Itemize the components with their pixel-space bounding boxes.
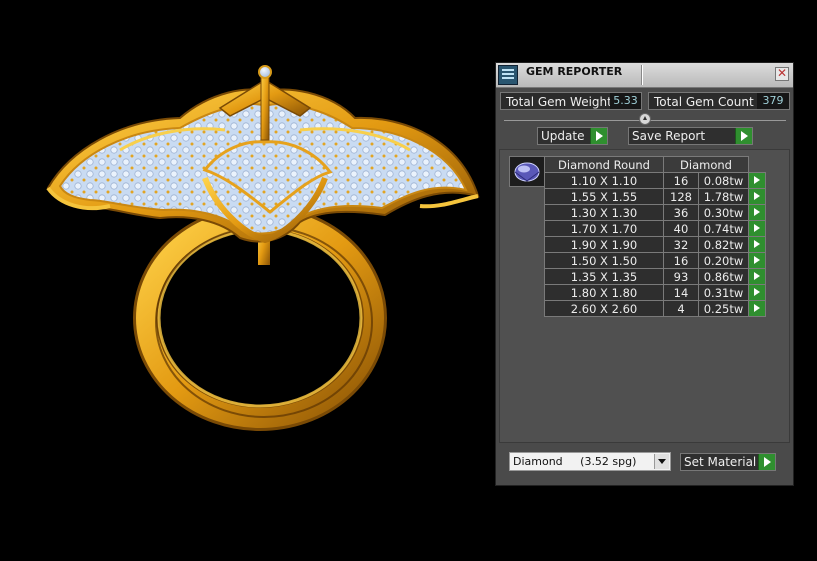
row-go-icon[interactable] [748,284,766,301]
row-weight: 0.82tw [698,236,749,253]
gem-thumbnail[interactable] [509,156,545,187]
row-weight: 0.31tw [698,284,749,301]
row-count: 128 [663,188,699,205]
update-go-icon [590,128,607,144]
row-size: 1.50 X 1.50 [544,252,664,269]
material-dropdown-value: Diamond (3.52 spg) [513,455,637,468]
gem-reporter-panel: GEM REPORTER ✕ Total Gem Weight 5.33 Tot… [495,62,794,486]
row-count: 36 [663,204,699,221]
ring-shank [133,205,387,431]
close-button[interactable]: ✕ [775,67,789,81]
size-slider-knob[interactable] [639,113,651,125]
total-gem-count-text: Total Gem Count [654,95,754,109]
material-dropdown[interactable]: Diamond (3.52 spg) [509,452,671,471]
row-count: 4 [663,300,699,317]
ring-flower-head [46,65,480,244]
panel-title: GEM REPORTER [526,65,623,78]
row-count: 32 [663,236,699,253]
row-size: 1.80 X 1.80 [544,284,664,301]
total-gem-weight-text: Total Gem Weight [506,95,612,109]
gem-table: Diamond Round Diamond 1.10 X 1.10 16 0.08t… [544,156,766,317]
column-header-type: Diamond [663,156,749,173]
table-row[interactable]: 1.10 X 1.10 16 0.08tw [544,172,766,189]
table-header-row: Diamond Round Diamond [544,156,766,173]
save-report-button-label: Save Report [632,129,706,143]
row-go-icon[interactable] [748,204,766,221]
chevron-down-icon[interactable] [654,454,669,469]
save-report-go-icon [735,128,752,144]
gem-list-area: Diamond Round Diamond 1.10 X 1.10 16 0.08t… [499,149,790,443]
row-count: 14 [663,284,699,301]
row-size: 1.35 X 1.35 [544,268,664,285]
row-weight: 0.08tw [698,172,749,189]
row-weight: 0.30tw [698,204,749,221]
column-header-spacer [749,157,766,173]
3d-viewport[interactable] [0,0,490,561]
panel-titlebar[interactable]: GEM REPORTER ✕ [496,63,793,88]
total-gem-weight-value: 5.33 [610,93,641,109]
row-size: 1.55 X 1.55 [544,188,664,205]
set-material-go-icon [758,454,775,470]
table-row[interactable]: 1.70 X 1.70 40 0.74tw [544,220,766,237]
row-size: 1.70 X 1.70 [544,220,664,237]
table-row[interactable]: 2.60 X 2.60 4 0.25tw [544,300,766,317]
save-report-button[interactable]: Save Report [628,127,753,145]
row-go-icon[interactable] [748,220,766,237]
table-row[interactable]: 1.90 X 1.90 32 0.82tw [544,236,766,253]
row-weight: 0.20tw [698,252,749,269]
row-count: 40 [663,220,699,237]
table-row[interactable]: 1.55 X 1.55 128 1.78tw [544,188,766,205]
row-size: 1.10 X 1.10 [544,172,664,189]
row-go-icon[interactable] [748,300,766,317]
row-count: 16 [663,252,699,269]
round-gem-icon [514,162,540,182]
row-weight: 0.25tw [698,300,749,317]
row-count: 93 [663,268,699,285]
row-go-icon[interactable] [748,236,766,253]
row-weight: 1.78tw [698,188,749,205]
table-row[interactable]: 1.35 X 1.35 93 0.86tw [544,268,766,285]
row-go-icon[interactable] [748,172,766,189]
table-row[interactable]: 1.30 X 1.30 36 0.30tw [544,204,766,221]
column-header-size: Diamond Round [544,156,664,173]
row-size: 1.30 X 1.30 [544,204,664,221]
update-button[interactable]: Update [537,127,608,145]
row-go-icon[interactable] [748,252,766,269]
total-gem-count-value: 379 [757,93,789,109]
row-count: 16 [663,172,699,189]
row-weight: 0.86tw [698,268,749,285]
row-go-icon[interactable] [748,268,766,285]
row-size: 1.90 X 1.90 [544,236,664,253]
set-material-button[interactable]: Set Material [680,453,776,471]
table-row[interactable]: 1.50 X 1.50 16 0.20tw [544,252,766,269]
row-weight: 0.74tw [698,220,749,237]
title-divider [641,65,642,85]
row-size: 2.60 X 2.60 [544,300,664,317]
table-row[interactable]: 1.80 X 1.80 14 0.31tw [544,284,766,301]
set-material-button-label: Set Material [684,455,757,469]
gem-reporter-icon [498,65,518,85]
update-button-label: Update [541,129,585,143]
row-go-icon[interactable] [748,188,766,205]
